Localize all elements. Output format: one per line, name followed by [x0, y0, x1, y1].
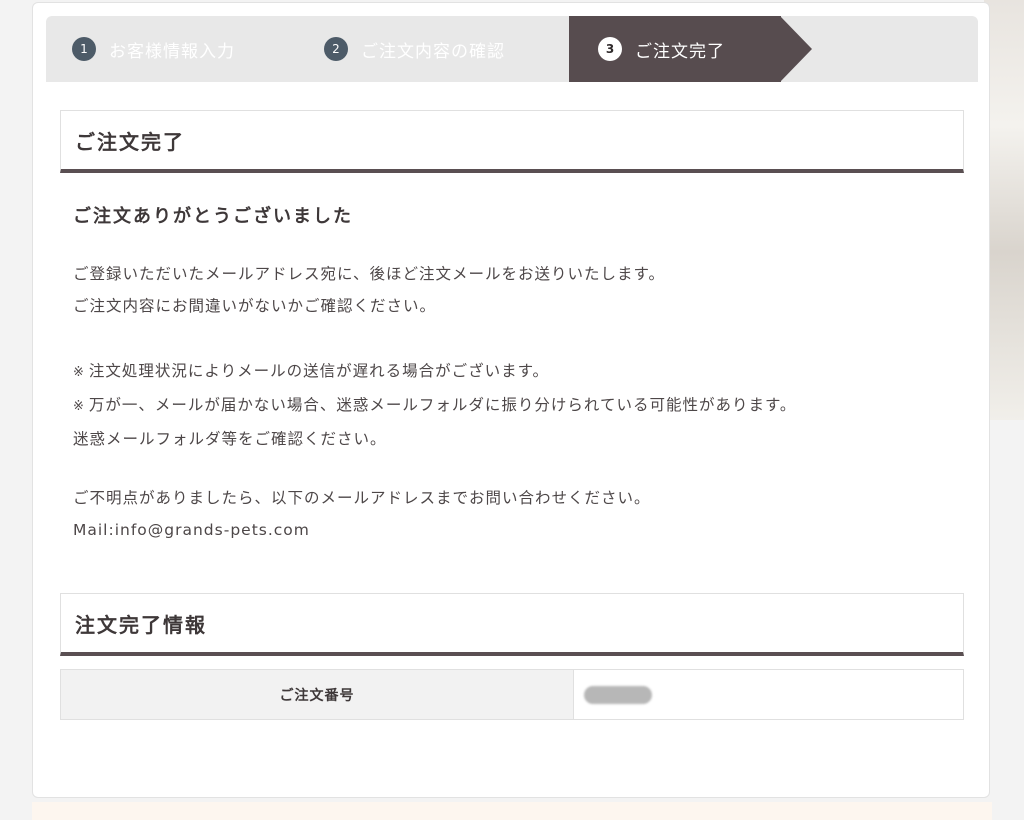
- footer-strip: [32, 802, 992, 820]
- note-line: 迷惑メールフォルダ等をご確認ください。: [73, 430, 387, 448]
- thank-you-heading: ご注文ありがとうございました: [73, 206, 353, 227]
- step-number-badge: 1: [72, 37, 96, 61]
- note-line: ※ 注文処理状況によりメールの送信が遅れる場合がございます。: [73, 362, 550, 380]
- notice-line: ご注文内容にお間違いがないかご確認ください。: [73, 297, 437, 315]
- step-order-complete-active: 3 ご注文完了: [569, 16, 781, 82]
- step-order-confirm: 2 ご注文内容の確認: [324, 16, 505, 82]
- note-mark: ※: [73, 365, 85, 380]
- background-image-edge: [984, 0, 1024, 420]
- order-number-label: ご注文番号: [61, 670, 574, 719]
- contact-line: ご不明点がありましたら、以下のメールアドレスまでお問い合わせください。: [73, 489, 651, 507]
- step-label: ご注文完了: [635, 41, 725, 62]
- redacted-order-number: [584, 686, 652, 704]
- notes-paragraph: ※ 注文処理状況によりメールの送信が遅れる場合がございます。 ※ 万が一、メールが届…: [73, 355, 796, 455]
- contact-paragraph: ご不明点がありましたら、以下のメールアドレスまでお問い合わせください。 Mail…: [73, 482, 651, 546]
- section-heading-order-complete: ご注文完了: [60, 110, 964, 173]
- step-customer-info: 1 お客様情報入力: [72, 16, 235, 82]
- active-step-arrow: [780, 16, 812, 82]
- note-mark: ※: [73, 399, 85, 414]
- step-number-badge: 2: [324, 37, 348, 61]
- notice-line: ご登録いただいたメールアドレス宛に、後ほど注文メールをお送りいたします。: [73, 265, 665, 283]
- order-info-table: ご注文番号: [60, 669, 964, 720]
- section-heading-order-info: 注文完了情報: [60, 593, 964, 656]
- step-label: お客様情報入力: [109, 41, 235, 62]
- step-label: ご注文内容の確認: [361, 41, 505, 62]
- order-number-value: [574, 670, 963, 719]
- email-notice-paragraph: ご登録いただいたメールアドレス宛に、後ほど注文メールをお送りいたします。 ご注文…: [73, 258, 665, 322]
- contact-email: Mail:info@grands-pets.com: [73, 521, 310, 539]
- note-line: ※ 万が一、メールが届かない場合、迷惑メールフォルダに振り分けられている可能性があ…: [73, 396, 797, 414]
- checkout-stepper: 1 お客様情報入力 2 ご注文内容の確認 3 ご注文完了: [46, 16, 978, 82]
- step-number-badge: 3: [598, 37, 622, 61]
